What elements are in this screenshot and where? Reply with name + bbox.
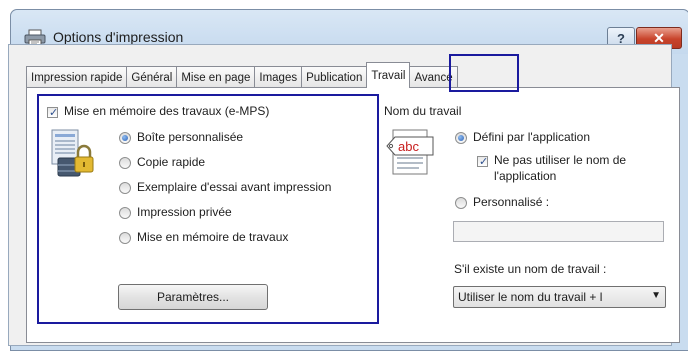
tab-publishing[interactable]: Publication: [301, 66, 368, 88]
radio-custom-name[interactable]: [455, 197, 467, 209]
job-name-heading: Nom du travail: [384, 104, 462, 118]
name-tag-text: abc: [398, 139, 419, 154]
tab-images[interactable]: Images: [254, 66, 303, 88]
job-storage-highlight-frame: [37, 94, 379, 324]
job-name-exists-label: S'il existe un nom de travail :: [454, 262, 607, 276]
dont-use-app-name-checkbox[interactable]: ✓: [477, 155, 489, 168]
name-tag-icon: abc: [386, 129, 434, 175]
radio-selected-dot: [458, 135, 464, 141]
option-custom-name-label: Personnalisé :: [473, 195, 550, 209]
tab-general[interactable]: Général: [126, 66, 178, 88]
dont-use-app-name-label-line2: l'application: [494, 169, 557, 183]
dropdown-arrow-icon: ▼: [651, 290, 661, 301]
tab-layout[interactable]: Mise en page: [176, 66, 256, 88]
checkmark-icon: ✓: [479, 155, 489, 168]
option-app-defined-label: Défini par l'application: [473, 130, 591, 144]
tab-quick-print[interactable]: Impression rapide: [26, 66, 128, 88]
custom-job-name-input[interactable]: [453, 221, 664, 242]
window-title: Options d'impression: [53, 29, 184, 45]
dont-use-app-name-label-line1: Ne pas utiliser le nom de: [494, 153, 627, 167]
job-name-exists-select-value: Utiliser le nom du travail + l: [458, 290, 603, 304]
tab-strip: Impression rapide Général Mise en page I…: [26, 62, 458, 88]
tab-highlight-frame: [449, 54, 519, 92]
tab-job[interactable]: Travail: [366, 62, 411, 88]
radio-app-defined[interactable]: [455, 132, 467, 144]
job-name-exists-select[interactable]: Utiliser le nom du travail + l ▼: [453, 286, 666, 308]
